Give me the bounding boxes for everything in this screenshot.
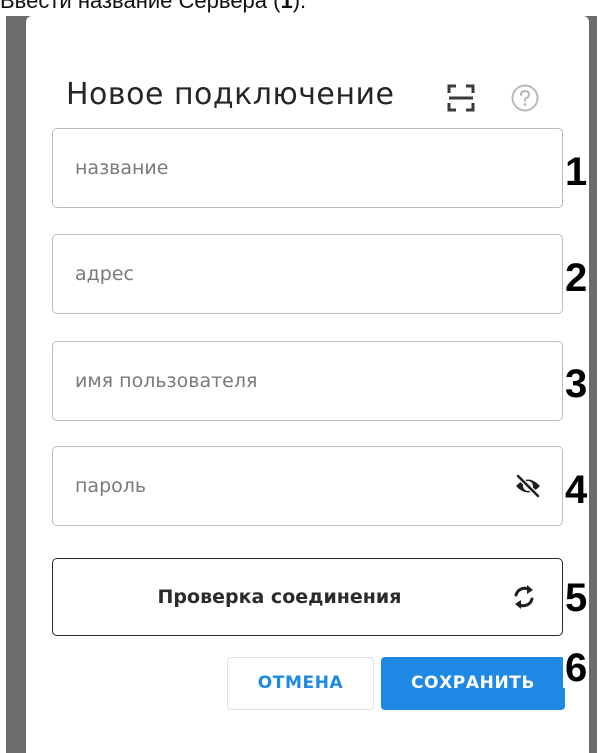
username-field[interactable]: имя пользователя bbox=[52, 341, 563, 421]
password-field[interactable]: пароль bbox=[52, 446, 563, 526]
name-field[interactable]: название bbox=[52, 128, 563, 208]
qr-scan-icon[interactable] bbox=[446, 83, 476, 113]
refresh-icon bbox=[510, 583, 538, 611]
password-placeholder: пароль bbox=[75, 475, 147, 497]
dialog-header: Новое подключение bbox=[66, 64, 394, 124]
check-connection-label: Проверка соединения bbox=[157, 586, 402, 608]
callout-1: 1 bbox=[563, 150, 590, 194]
callout-2: 2 bbox=[563, 256, 590, 300]
caption-text: Ввести название Сервера ( bbox=[0, 0, 281, 13]
caption-number: 1 bbox=[280, 0, 293, 13]
new-connection-dialog: Новое подключение название адрес имя пол… bbox=[26, 16, 589, 753]
cancel-button[interactable]: ОТМЕНА bbox=[227, 657, 374, 710]
address-field[interactable]: адрес bbox=[52, 234, 563, 314]
username-placeholder: имя пользователя bbox=[75, 370, 258, 392]
dialog-title: Новое подключение bbox=[66, 76, 395, 112]
address-placeholder: адрес bbox=[75, 263, 134, 285]
document-caption: Ввести название Сервера (1). bbox=[0, 0, 306, 14]
callout-5: 5 bbox=[563, 576, 590, 620]
eye-off-icon[interactable] bbox=[514, 473, 542, 499]
callout-3: 3 bbox=[563, 362, 590, 406]
name-placeholder: название bbox=[75, 157, 169, 179]
help-circle-icon[interactable] bbox=[510, 83, 540, 113]
callout-6: 6 bbox=[563, 646, 590, 690]
save-button[interactable]: СОХРАНИТЬ bbox=[381, 657, 565, 710]
check-connection-button[interactable]: Проверка соединения bbox=[52, 558, 563, 636]
caption-tail: ). bbox=[292, 0, 307, 13]
callout-4: 4 bbox=[563, 468, 590, 512]
